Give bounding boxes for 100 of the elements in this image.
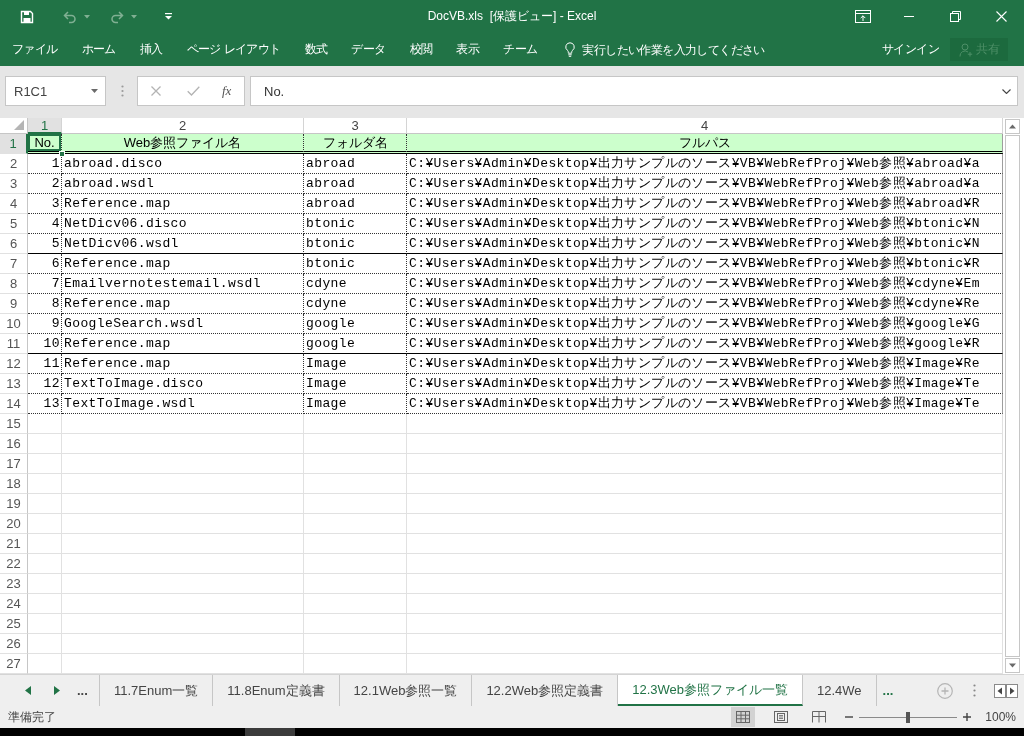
caret-icon[interactable] <box>165 13 172 20</box>
table-cell: abroad <box>304 174 407 194</box>
ribbon-tab[interactable]: ページ レイアウト <box>174 36 293 63</box>
table-cell: 3 <box>28 194 62 214</box>
ribbon-tab[interactable]: データ <box>339 36 398 63</box>
table-cell: 5 <box>28 234 62 254</box>
tell-me-field[interactable]: 実行したい作業を入力してください <box>582 40 779 59</box>
table-cell: C:¥Users¥Admin¥Desktop¥出力サンプルのソース¥VB¥WebRefProj¥Web参照¥Image¥Re <box>407 354 1003 374</box>
row-header[interactable]: 4 <box>0 194 28 214</box>
row-header[interactable]: 13 <box>0 374 28 394</box>
table-cell: 1 <box>28 154 62 174</box>
ribbon-tab[interactable]: 数式 <box>292 36 340 63</box>
page-icon <box>774 711 789 723</box>
grip-icon[interactable] <box>121 85 124 97</box>
table-cell: C:¥Users¥Admin¥Desktop¥出力サンプルのソース¥VB¥WebRefProj¥Web参照¥google¥R <box>407 334 1003 354</box>
lightbulb-icon <box>565 42 576 57</box>
right-arrow-icon[interactable] <box>54 686 60 695</box>
table-cell: NetDicv06.wsdl <box>62 234 304 254</box>
row-header[interactable]: 20 <box>0 514 28 534</box>
caret-icon[interactable] <box>91 89 98 93</box>
zoom-level-button[interactable]: 100% <box>985 710 1016 724</box>
row-header[interactable]: 10 <box>0 314 28 334</box>
zoom-slider-thumb[interactable] <box>906 711 911 723</box>
table-cell: abroad.wsdl <box>62 174 304 194</box>
ribbon-tab[interactable]: 校閲 <box>397 36 445 63</box>
vertical-dots-icon[interactable] <box>973 684 976 697</box>
scroll-down-icon[interactable] <box>1005 658 1020 673</box>
table-cell: 12 <box>28 374 62 394</box>
row-header[interactable]: 17 <box>0 454 28 474</box>
table-cell: C:¥Users¥Admin¥Desktop¥出力サンプルのソース¥VB¥WebRefProj¥Web参照¥btonic¥N <box>407 214 1003 234</box>
row-header[interactable]: 14 <box>0 394 28 414</box>
empty-cell <box>28 554 62 574</box>
sheet-tab[interactable]: 12.3Web参照ファイル一覧 <box>618 675 803 706</box>
header-cell: Web参照ファイル名 <box>62 134 304 154</box>
insert-function-button[interactable]: fx <box>222 83 232 99</box>
empty-cell <box>28 454 62 474</box>
row-header[interactable]: 23 <box>0 574 28 594</box>
plus-icon[interactable] <box>963 713 972 721</box>
ribbon-tab[interactable]: 表示 <box>444 36 492 63</box>
more-sheets-button[interactable]: ... <box>77 683 88 698</box>
normal-view-button[interactable] <box>731 707 756 727</box>
row-header[interactable]: 5 <box>0 214 28 234</box>
name-box[interactable]: R1C1 <box>5 76 106 106</box>
column-header[interactable]: 1 <box>28 118 62 134</box>
table-cell: 7 <box>28 274 62 294</box>
table-cell: 11 <box>28 354 62 374</box>
formula-field[interactable]: No. <box>250 76 1018 106</box>
table-cell: 6 <box>28 254 62 274</box>
row-header[interactable]: 19 <box>0 494 28 514</box>
grid-icon <box>736 711 751 723</box>
row-header[interactable]: 12 <box>0 354 28 374</box>
page-break-icon <box>812 711 827 723</box>
close-icon[interactable] <box>995 11 1007 22</box>
minus-icon[interactable] <box>845 713 854 721</box>
row-header[interactable]: 7 <box>0 254 28 274</box>
empty-cell <box>28 534 62 554</box>
row-header[interactable]: 11 <box>0 334 28 354</box>
empty-cell <box>28 514 62 534</box>
table-cell: 13 <box>28 394 62 414</box>
row-header[interactable]: 1 <box>0 134 28 154</box>
ribbon-tab[interactable]: 挿入 <box>127 36 175 63</box>
row-header[interactable]: 15 <box>0 414 28 434</box>
row-header[interactable]: 16 <box>0 434 28 454</box>
row-header[interactable]: 24 <box>0 594 28 614</box>
header-cell: フルパス <box>407 134 1003 154</box>
row-header[interactable]: 21 <box>0 534 28 554</box>
row-header[interactable]: 8 <box>0 274 28 294</box>
row-header[interactable]: 22 <box>0 554 28 574</box>
restore-icon[interactable] <box>949 11 961 22</box>
table-cell: 2 <box>28 174 62 194</box>
table-cell: NetDicv06.disco <box>62 214 304 234</box>
left-arrow-icon[interactable] <box>25 686 31 695</box>
row-header[interactable]: 25 <box>0 614 28 634</box>
ribbon-tab[interactable]: ファイル <box>0 36 70 63</box>
table-cell: Reference.map <box>62 294 304 314</box>
table-cell: GoogleSearch.wsdl <box>62 314 304 334</box>
scroll-up-icon[interactable] <box>1005 119 1020 134</box>
table-cell: Image <box>304 374 407 394</box>
save-icon[interactable] <box>20 9 34 24</box>
ribbon-display-icon[interactable] <box>855 10 871 23</box>
row-header[interactable]: 18 <box>0 474 28 494</box>
row-header[interactable]: 6 <box>0 234 28 254</box>
scrollbar-thumb[interactable] <box>1005 135 1020 657</box>
row-header[interactable]: 9 <box>0 294 28 314</box>
table-cell: C:¥Users¥Admin¥Desktop¥出力サンプルのソース¥VB¥WebRefProj¥Web参照¥cdyne¥Re <box>407 294 1003 314</box>
sign-in-link[interactable]: サインイン <box>882 41 939 58</box>
table-cell: Image <box>304 394 407 414</box>
header-cell: フォルダ名 <box>304 134 407 154</box>
ribbon-tab[interactable]: ホーム <box>69 36 128 63</box>
ribbon-tab[interactable]: チーム <box>491 36 550 63</box>
row-header[interactable]: 2 <box>0 154 28 174</box>
table-cell: C:¥Users¥Admin¥Desktop¥出力サンプルのソース¥VB¥WebRefProj¥Web参照¥Image¥Te <box>407 374 1003 394</box>
row-header[interactable]: 3 <box>0 174 28 194</box>
fill-handle-icon[interactable] <box>59 151 65 157</box>
row-header[interactable]: 26 <box>0 634 28 654</box>
table-cell: google <box>304 334 407 354</box>
chevron-down-icon[interactable] <box>1002 88 1011 94</box>
more-sheets-button[interactable]: ... <box>882 683 894 698</box>
table-cell: 4 <box>28 214 62 234</box>
table-cell: C:¥Users¥Admin¥Desktop¥出力サンプルのソース¥VB¥WebRefProj¥Web参照¥google¥G <box>407 314 1003 334</box>
